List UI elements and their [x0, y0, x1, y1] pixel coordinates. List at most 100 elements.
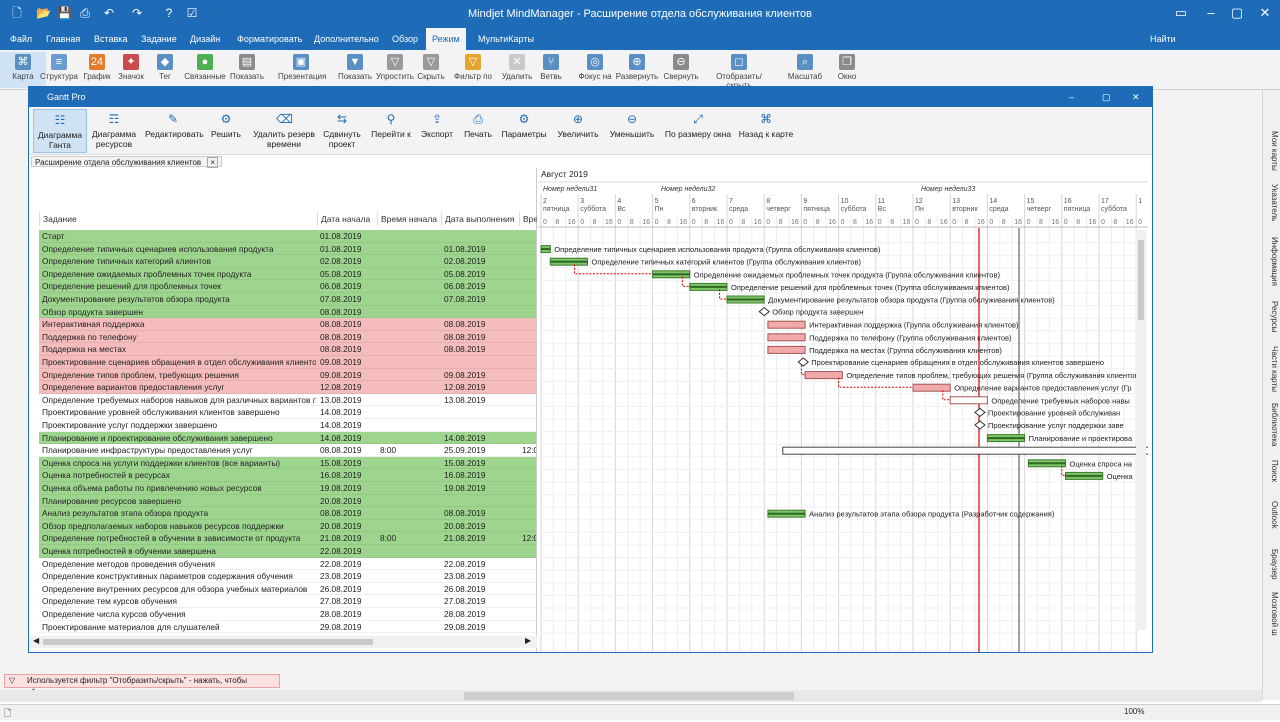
- zoom-level[interactable]: 100%: [1124, 707, 1144, 716]
- task-row[interactable]: Планирование и проектирование обслуживан…: [39, 431, 536, 445]
- search-label[interactable]: Найти: [1144, 28, 1182, 50]
- tab-multimaps[interactable]: МультиКарты: [472, 28, 540, 50]
- doc-tab-close-icon[interactable]: ×: [207, 157, 219, 168]
- tab-resources[interactable]: Ресурсы: [1263, 294, 1279, 340]
- fit-window-button[interactable]: ⤢ По размеру окна: [663, 109, 733, 153]
- maximize-icon[interactable]: ▢: [1222, 3, 1252, 23]
- gantt-chart-button[interactable]: ☷ Диаграмма Ганта: [33, 109, 87, 153]
- col-end-date[interactable]: Дата выполнения: [441, 212, 519, 226]
- settings-button[interactable]: ⚙ Параметры: [501, 109, 547, 153]
- tab-info[interactable]: Информация: [1263, 232, 1279, 290]
- print-button[interactable]: ⎙ Печать: [461, 109, 495, 153]
- export-button[interactable]: ⇪ Экспорт: [419, 109, 455, 153]
- tab-review[interactable]: Обзор: [386, 28, 424, 50]
- go-to-button[interactable]: ⚲ Перейти к: [369, 109, 413, 153]
- tab-advanced[interactable]: Дополнительно: [308, 28, 385, 50]
- grid-hscroll-thumb[interactable]: [43, 639, 373, 645]
- gantt-close-icon[interactable]: ✕: [1132, 87, 1140, 107]
- task-row[interactable]: Обзор продукта завершен 08.08.2019: [39, 305, 536, 319]
- task-row[interactable]: Определение решений для проблемных точек…: [39, 280, 536, 293]
- tab-view[interactable]: Режим: [426, 28, 466, 50]
- map-hscroll[interactable]: [0, 690, 1262, 702]
- ribbon-expand-button[interactable]: ⊕ Развернуть: [614, 52, 660, 88]
- col-task[interactable]: Задание: [39, 212, 317, 226]
- task-row[interactable]: Проектирование материалов для слушателей…: [39, 621, 536, 634]
- tab-search[interactable]: Поиск: [1263, 456, 1279, 486]
- ribbon-linked-button[interactable]: ● Связанные: [182, 52, 228, 88]
- task-row[interactable]: Определение типов проблем, требующих реш…: [39, 368, 536, 382]
- task-row[interactable]: Оценка спроса на услуги поддержки клиент…: [39, 456, 536, 470]
- scroll-left-icon[interactable]: ◀: [33, 636, 39, 645]
- document-tab[interactable]: Расширение отдела обслуживания клиентов …: [31, 156, 223, 168]
- task-row[interactable]: Определение тем курсов обучения 27.08.201…: [39, 595, 536, 608]
- edit-button[interactable]: ✎ Редактировать: [145, 109, 204, 153]
- task-row[interactable]: Определение ожидаемых проблемных точек п…: [39, 267, 536, 281]
- ribbon-show-button[interactable]: ▤ Показать: [224, 52, 270, 88]
- task-row[interactable]: Определение вариантов предоставления усл…: [39, 381, 536, 394]
- task-row[interactable]: Планирование инфраструктуры предоставлен…: [39, 444, 536, 457]
- task-row[interactable]: Оценка потребностей в ресурсах 16.08.2019…: [39, 469, 536, 482]
- tab-file[interactable]: Файл: [4, 28, 38, 50]
- map-hscroll-thumb[interactable]: [464, 692, 794, 700]
- tab-format[interactable]: Форматировать: [231, 28, 308, 50]
- gantt-maximize-icon[interactable]: ▢: [1102, 87, 1111, 107]
- ribbon-branch-button[interactable]: ⑂ Ветвь: [528, 52, 574, 88]
- tab-brainstorm[interactable]: Мозговой ш: [1263, 588, 1279, 640]
- close-icon[interactable]: ✕: [1250, 3, 1280, 23]
- back-to-map-button[interactable]: ⌘ Назад к карте: [737, 109, 795, 153]
- task-row[interactable]: Определение типичных сценариев использов…: [39, 242, 536, 256]
- tab-design[interactable]: Дизайн: [184, 28, 226, 50]
- filter-notice[interactable]: ▽ Используется фильтр "Отобразить/скрыть…: [4, 674, 280, 697]
- task-row[interactable]: Определение требуемых наборов навыков дл…: [39, 394, 536, 407]
- tab-outlook[interactable]: Outlook: [1263, 490, 1279, 540]
- gantt-minimize-icon[interactable]: –: [1069, 87, 1074, 107]
- shift-project-button[interactable]: ⇆ Сдвинуть проект: [321, 109, 363, 153]
- task-row[interactable]: Проектирование сценариев обращения в отд…: [39, 356, 536, 369]
- task-row[interactable]: Определение типичных категорий клиентов 0…: [39, 255, 536, 268]
- ribbon-hide-button[interactable]: ▽ Скрыть: [408, 52, 454, 88]
- tab-browser[interactable]: Браузер: [1263, 544, 1279, 584]
- zoom-in-button[interactable]: ⊕ Увеличить: [555, 109, 601, 153]
- ribbon-focus-button[interactable]: ◎ Фокус на: [572, 52, 618, 88]
- ribbon-window-button[interactable]: ❐ Окно: [824, 52, 870, 88]
- resolve-button[interactable]: ⚙ Решить: [205, 109, 247, 153]
- task-row[interactable]: Проектирование услуг поддержки завершено…: [39, 419, 536, 432]
- task-row[interactable]: Анализ результатов этапа обзора продукта…: [39, 507, 536, 520]
- col-start-time[interactable]: Время начала: [377, 212, 441, 226]
- task-row[interactable]: Определение числа курсов обучения 28.08.2…: [39, 608, 536, 621]
- task-row[interactable]: Поддержка по телефону 08.08.2019 08.08.201…: [39, 330, 536, 344]
- tab-task[interactable]: Задание: [135, 28, 183, 50]
- task-row[interactable]: Определение конструктивных параметров со…: [39, 570, 536, 583]
- grid-hscroll[interactable]: ◀ ▶: [29, 636, 537, 648]
- scroll-right-icon[interactable]: ▶: [525, 636, 531, 645]
- ribbon-collapse-button[interactable]: ⊖ Свернуть: [658, 52, 704, 88]
- tab-home[interactable]: Главная: [40, 28, 86, 50]
- ribbon-zoom-button[interactable]: ⌕ Масштаб: [782, 52, 828, 88]
- ribbon-filter-by-button[interactable]: ▽ Фильтр по: [450, 52, 496, 88]
- col-end-time[interactable]: Вре: [519, 212, 537, 226]
- zoom-out-button[interactable]: ⊖ Уменьшить: [607, 109, 657, 153]
- task-row[interactable]: Определение внутренних ресурсов для обзо…: [39, 583, 536, 596]
- ribbon-presentation-button[interactable]: ▣ Презентация: [278, 52, 326, 88]
- tab-map-parts[interactable]: Части карты: [1263, 344, 1279, 394]
- tab-index[interactable]: Указатель: [1263, 178, 1279, 228]
- task-row[interactable]: Старт 01.08.2019: [39, 230, 536, 243]
- resource-chart-button[interactable]: ☶ Диаграмма ресурсов: [89, 109, 139, 153]
- tab-my-maps[interactable]: Мои карты: [1263, 128, 1279, 174]
- task-row[interactable]: Определение потребностей в обучении в за…: [39, 532, 536, 545]
- tab-insert[interactable]: Вставка: [88, 28, 133, 50]
- ribbon-options-icon[interactable]: ▭: [1166, 3, 1196, 23]
- remove-slack-button[interactable]: ⌫ Удалить резерв времени: [251, 109, 317, 153]
- task-row[interactable]: Оценка объема работы по привлечению новы…: [39, 482, 536, 495]
- task-row[interactable]: Обзор предполагаемых наборов навыков рес…: [39, 519, 536, 533]
- tab-library[interactable]: Библиотека: [1263, 398, 1279, 452]
- task-row[interactable]: Документирование результатов обзора прод…: [39, 293, 536, 306]
- task-row[interactable]: Поддержка на местах 08.08.2019 08.08.2019: [39, 343, 536, 356]
- ribbon-showhide-button[interactable]: ◻Отобразить/скрыть: [716, 52, 762, 90]
- task-row[interactable]: Интерактивная поддержка 08.08.2019 08.08.2…: [39, 318, 536, 331]
- task-row[interactable]: Определение методов проведения обучения 2…: [39, 558, 536, 571]
- task-row[interactable]: Оценка потребностей в обучении завершена…: [39, 545, 536, 558]
- task-row[interactable]: Проектирование уровней обслуживания клие…: [39, 406, 536, 419]
- task-row[interactable]: Планирование ресурсов завершено 20.08.201…: [39, 494, 536, 508]
- col-start-date[interactable]: Дата начала: [317, 212, 377, 226]
